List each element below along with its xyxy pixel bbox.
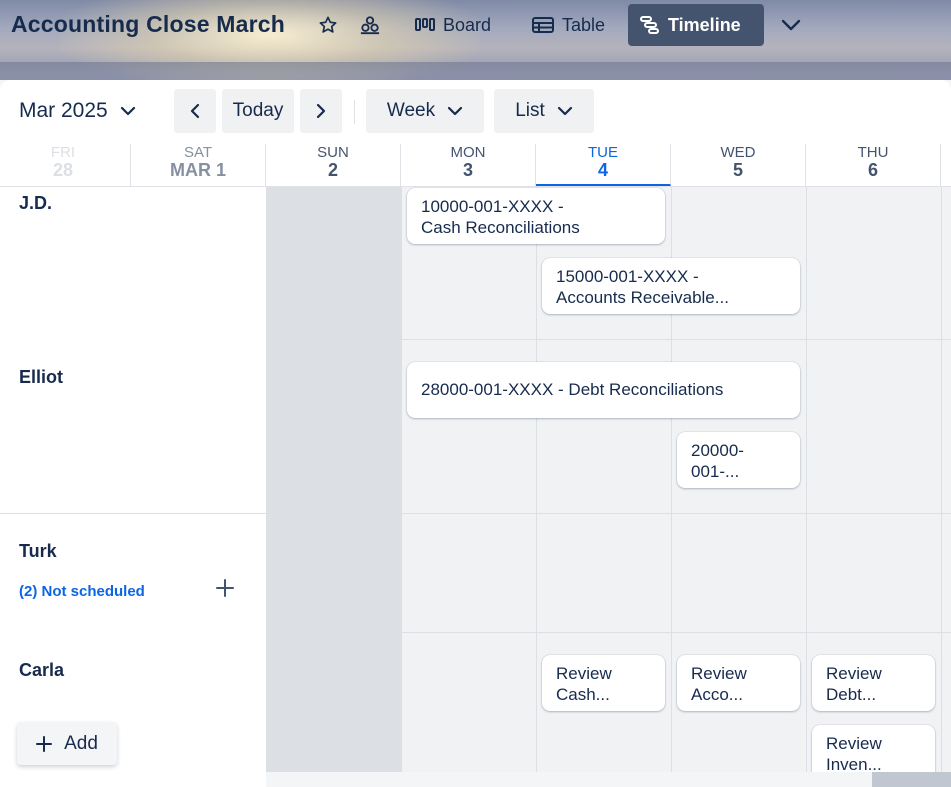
tab-table[interactable]: Table bbox=[520, 4, 617, 46]
timeline-card[interactable]: 10000-001-XXXX - Cash Reconciliations bbox=[407, 188, 665, 244]
toolbar-divider bbox=[354, 100, 355, 124]
card-title-line: Review bbox=[556, 664, 612, 683]
horizontal-scrollbar-thumb[interactable] bbox=[872, 772, 951, 787]
card-title-line: 001-... bbox=[691, 462, 740, 481]
lane-name-carla: Carla bbox=[19, 660, 65, 680]
day-header-thu: THU 6 bbox=[806, 144, 941, 186]
card-title-line: Review bbox=[826, 734, 882, 753]
lane-divider bbox=[0, 513, 951, 514]
tab-timeline[interactable]: Timeline bbox=[628, 4, 764, 46]
timeline-card[interactable]: 20000- 001-... bbox=[677, 432, 800, 488]
tab-table-label: Table bbox=[562, 14, 606, 35]
day-header-sat: SAT MAR 1 bbox=[131, 144, 266, 186]
day-header-wed: WED 5 bbox=[671, 144, 806, 186]
card-title-line: 28000-001-XXXX - Debt Reconciliations bbox=[421, 380, 724, 399]
next-week-button[interactable] bbox=[300, 89, 342, 133]
card-title-line: 10000-001-XXXX - bbox=[421, 197, 564, 216]
timeline-card[interactable]: 15000-001-XXXX - Accounts Receivable... bbox=[542, 258, 800, 314]
grouping-select[interactable]: List bbox=[494, 89, 594, 133]
tab-board-label: Board bbox=[443, 14, 492, 35]
day-header-mon: MON 3 bbox=[401, 144, 536, 186]
lane-divider bbox=[266, 339, 951, 340]
chevron-left-icon bbox=[190, 103, 200, 119]
card-title-line: Review bbox=[691, 664, 747, 683]
timeline-panel: Mar 2025 Today Week List FRI 28 SAT MAR 1 … bbox=[0, 80, 951, 787]
card-title-line: 15000-001-XXXX - bbox=[556, 267, 699, 286]
lane-name-jd: J.D. bbox=[19, 193, 53, 213]
timeline-card[interactable]: Review Cash... bbox=[542, 655, 665, 711]
card-title-line: Cash... bbox=[556, 685, 610, 704]
weekend-column bbox=[266, 187, 401, 772]
board-icon bbox=[415, 18, 435, 31]
card-title-line: Accounts Receivable... bbox=[556, 288, 729, 307]
horizontal-scrollbar[interactable] bbox=[266, 772, 951, 787]
star-icon[interactable] bbox=[317, 14, 339, 36]
column-line bbox=[536, 187, 537, 772]
card-title-line: Debt... bbox=[826, 685, 877, 704]
chevron-down-icon bbox=[557, 106, 572, 116]
lane-name-turk: Turk bbox=[19, 541, 57, 561]
lane-name-elliot: Elliot bbox=[19, 367, 63, 387]
card-title-line: 20000- bbox=[691, 441, 744, 460]
timeline-card[interactable]: Review Acco... bbox=[677, 655, 800, 711]
chevron-right-icon bbox=[316, 103, 326, 119]
month-selector[interactable]: Mar 2025 bbox=[19, 99, 136, 123]
board-title[interactable]: Accounting Close March bbox=[11, 11, 285, 38]
prev-week-button[interactable] bbox=[174, 89, 216, 133]
range-select[interactable]: Week bbox=[366, 89, 484, 133]
workspace-visibility-icon[interactable] bbox=[359, 14, 381, 36]
timeline-card[interactable]: Review Debt... bbox=[812, 655, 935, 711]
plus-icon bbox=[36, 735, 53, 752]
add-card-plus-icon[interactable] bbox=[215, 578, 237, 600]
column-line bbox=[941, 187, 942, 772]
range-label: Week bbox=[386, 100, 436, 121]
table-icon bbox=[532, 17, 554, 33]
not-scheduled-link[interactable]: (2) Not scheduled bbox=[19, 583, 145, 600]
today-label: Today bbox=[232, 100, 284, 121]
add-label: Add bbox=[64, 732, 98, 754]
more-views-chevron-down-icon[interactable] bbox=[779, 14, 803, 36]
add-button[interactable]: Add bbox=[17, 722, 117, 765]
timeline-icon bbox=[640, 16, 659, 34]
day-header-sun: SUN 2 bbox=[266, 144, 401, 186]
day-header-fri: FRI 28 bbox=[0, 144, 131, 186]
grouping-label: List bbox=[515, 100, 545, 121]
column-line bbox=[806, 187, 807, 772]
card-title-line: Cash Reconciliations bbox=[421, 218, 580, 237]
chevron-down-icon bbox=[448, 106, 463, 116]
tab-timeline-label: Timeline bbox=[668, 14, 741, 35]
day-header-tue-today: TUE 4 bbox=[536, 144, 671, 186]
column-line bbox=[401, 187, 402, 772]
timeline-card[interactable]: 28000-001-XXXX - Debt Reconciliations bbox=[407, 362, 800, 418]
card-title-line: Review bbox=[826, 664, 882, 683]
today-button[interactable]: Today bbox=[222, 89, 294, 133]
lane-divider bbox=[266, 632, 951, 633]
card-title-line: Acco... bbox=[691, 685, 743, 704]
chevron-down-icon bbox=[120, 106, 135, 116]
month-label: Mar 2025 bbox=[19, 99, 108, 122]
tab-board[interactable]: Board bbox=[403, 4, 503, 46]
